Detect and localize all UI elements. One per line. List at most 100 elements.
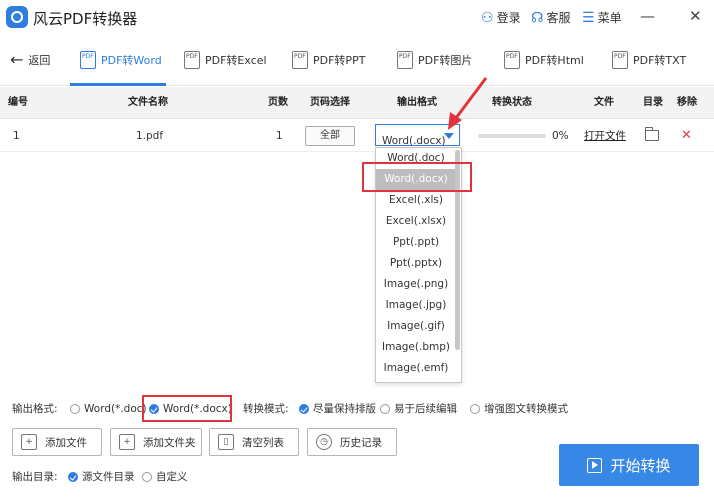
header-pages: 页数 [268, 97, 288, 108]
clock-icon: ◷ [316, 434, 332, 450]
dir-source-label[interactable]: 源文件目录 [82, 466, 135, 488]
dropdown-option-bmp[interactable]: Image(.bmp) [376, 337, 456, 358]
mode-easy-edit-radio[interactable] [380, 404, 390, 414]
format-doc-radio[interactable] [70, 404, 80, 414]
row-pages: 1 [276, 130, 283, 142]
page-select-button[interactable]: 全部 [305, 126, 355, 146]
user-icon: ⚇ [481, 9, 494, 26]
folder-icon[interactable] [645, 127, 659, 141]
row-file-name: 1.pdf [136, 130, 164, 142]
play-icon [587, 457, 603, 473]
dropdown-option-jpg[interactable]: Image(.jpg) [376, 295, 456, 316]
tab-pdf-to-word[interactable]: PDF PDF转Word [70, 34, 166, 86]
dir-custom-label[interactable]: 自定义 [156, 466, 188, 488]
output-options-row: 输出格式: Word(*.doc) Word(*.docx) 转换模式: 尽量保… [0, 395, 714, 422]
header-status: 转换状态 [492, 97, 532, 108]
login-button[interactable]: ⚇ 登录 [481, 9, 521, 26]
add-folder-label: 添加文件夹 [143, 436, 196, 449]
service-label: 客服 [546, 11, 571, 25]
progress-text: 0% [552, 130, 569, 142]
tab-pdf-to-ppt[interactable]: PDF PDF转PPT [292, 34, 365, 86]
dropdown-option-ppt[interactable]: Ppt(.ppt) [376, 232, 456, 253]
menu-label: 菜单 [597, 11, 622, 25]
dropdown-option-png[interactable]: Image(.png) [376, 274, 456, 295]
pdf-icon: PDF [292, 51, 308, 69]
pdf-icon: PDF [612, 51, 628, 69]
conversion-tabs: ← 返回 PDF PDF转Word PDF PDF转Excel PDF PDF转… [0, 34, 714, 86]
pdf-icon: PDF [80, 51, 96, 69]
pdf-icon: PDF [184, 51, 200, 69]
header-format: 输出格式 [397, 97, 437, 108]
mode-keep-layout-radio[interactable] [299, 404, 309, 414]
menu-button[interactable]: ☰ 菜单 [582, 9, 622, 26]
start-convert-label: 开始转换 [610, 456, 671, 475]
annotation-arrow-icon [448, 77, 488, 130]
header-remove: 移除 [677, 97, 697, 108]
header-index: 编号 [8, 97, 28, 108]
dropdown-option-emf[interactable]: Image(.emf) [376, 358, 456, 379]
close-button[interactable]: ✕ [689, 7, 702, 25]
dropdown-option-pptx[interactable]: Ppt(.pptx) [376, 253, 456, 274]
table-row: 1 1.pdf 1 全部 Word(.docx) 0% 打开文件 ✕ [0, 120, 714, 152]
mode-enhanced-radio[interactable] [470, 404, 480, 414]
tab-label: PDF转TXT [633, 54, 687, 67]
add-folder-button[interactable]: + 添加文件夹 [110, 428, 202, 456]
headset-icon: ☊ [531, 9, 544, 26]
pdf-icon: PDF [504, 51, 520, 69]
title-bar: 风云PDF转换器 ⚇ 登录 ☊ 客服 ☰ 菜单 — ✕ [0, 0, 714, 34]
menu-icon: ☰ [582, 9, 595, 26]
back-label: 返回 [28, 54, 51, 67]
header-file: 文件 [594, 97, 614, 108]
dir-source-radio[interactable] [68, 472, 78, 482]
app-window: 风云PDF转换器 ⚇ 登录 ☊ 客服 ☰ 菜单 — ✕ ← 返回 PDF PDF… [0, 0, 714, 500]
history-label: 历史记录 [340, 436, 382, 449]
back-button[interactable]: ← 返回 [10, 52, 50, 68]
header-name: 文件名称 [128, 97, 168, 108]
format-doc-label[interactable]: Word(*.doc) [84, 398, 147, 420]
add-folder-icon: + [119, 434, 135, 450]
action-buttons: + 添加文件 + 添加文件夹 ▯ 清空列表 ◷ 历史记录 [0, 428, 560, 458]
tab-label: PDF转Excel [205, 54, 267, 67]
mode-keep-layout-label[interactable]: 尽量保持排版 [313, 398, 376, 420]
trash-icon: ▯ [218, 434, 234, 450]
format-label: 输出格式: [12, 403, 58, 415]
remove-icon[interactable]: ✕ [681, 120, 692, 152]
add-file-button[interactable]: + 添加文件 [12, 428, 102, 456]
tab-label: PDF转Word [101, 54, 162, 67]
open-file-link[interactable]: 打开文件 [584, 120, 626, 152]
output-dir-row: 输出目录: 源文件目录 自定义 [0, 466, 560, 488]
highlight-box-docx-option [362, 162, 472, 192]
mode-label: 转换模式: [243, 403, 289, 415]
mode-easy-edit-label[interactable]: 易于后续编辑 [394, 398, 457, 420]
tab-pdf-to-html[interactable]: PDF PDF转Html [504, 34, 584, 86]
clear-list-button[interactable]: ▯ 清空列表 [209, 428, 299, 456]
row-index: 1 [13, 130, 20, 142]
tab-label: PDF转Html [525, 54, 584, 67]
history-button[interactable]: ◷ 历史记录 [307, 428, 397, 456]
clear-list-label: 清空列表 [242, 436, 284, 449]
header-page-select: 页码选择 [310, 97, 350, 108]
dropdown-option-xlsx[interactable]: Excel(.xlsx) [376, 211, 456, 232]
dropdown-option-gif[interactable]: Image(.gif) [376, 316, 456, 337]
dir-custom-radio[interactable] [142, 472, 152, 482]
add-file-label: 添加文件 [45, 436, 87, 449]
minimize-button[interactable]: — [640, 7, 655, 25]
tab-pdf-to-txt[interactable]: PDF PDF转TXT [612, 34, 686, 86]
output-dir-label: 输出目录: [12, 471, 58, 483]
tab-label: PDF转PPT [313, 54, 366, 67]
start-convert-button[interactable]: 开始转换 [559, 444, 699, 486]
login-label: 登录 [496, 11, 521, 25]
pdf-icon: PDF [397, 51, 413, 69]
header-dir: 目录 [643, 97, 663, 108]
file-table-header: 编号 文件名称 页数 页码选择 输出格式 转换状态 文件 目录 移除 [0, 87, 714, 119]
add-file-icon: + [21, 434, 37, 450]
highlight-box-docx-radio [142, 395, 232, 422]
app-logo-icon [6, 6, 28, 28]
dropdown-option-xls[interactable]: Excel(.xls) [376, 190, 456, 211]
back-arrow-icon: ← [10, 50, 24, 69]
tab-label: PDF转图片 [418, 54, 473, 67]
tab-pdf-to-excel[interactable]: PDF PDF转Excel [184, 34, 267, 86]
service-button[interactable]: ☊ 客服 [531, 9, 570, 26]
app-title: 风云PDF转换器 [33, 10, 138, 28]
mode-enhanced-label[interactable]: 增强图文转换模式 [484, 398, 568, 420]
